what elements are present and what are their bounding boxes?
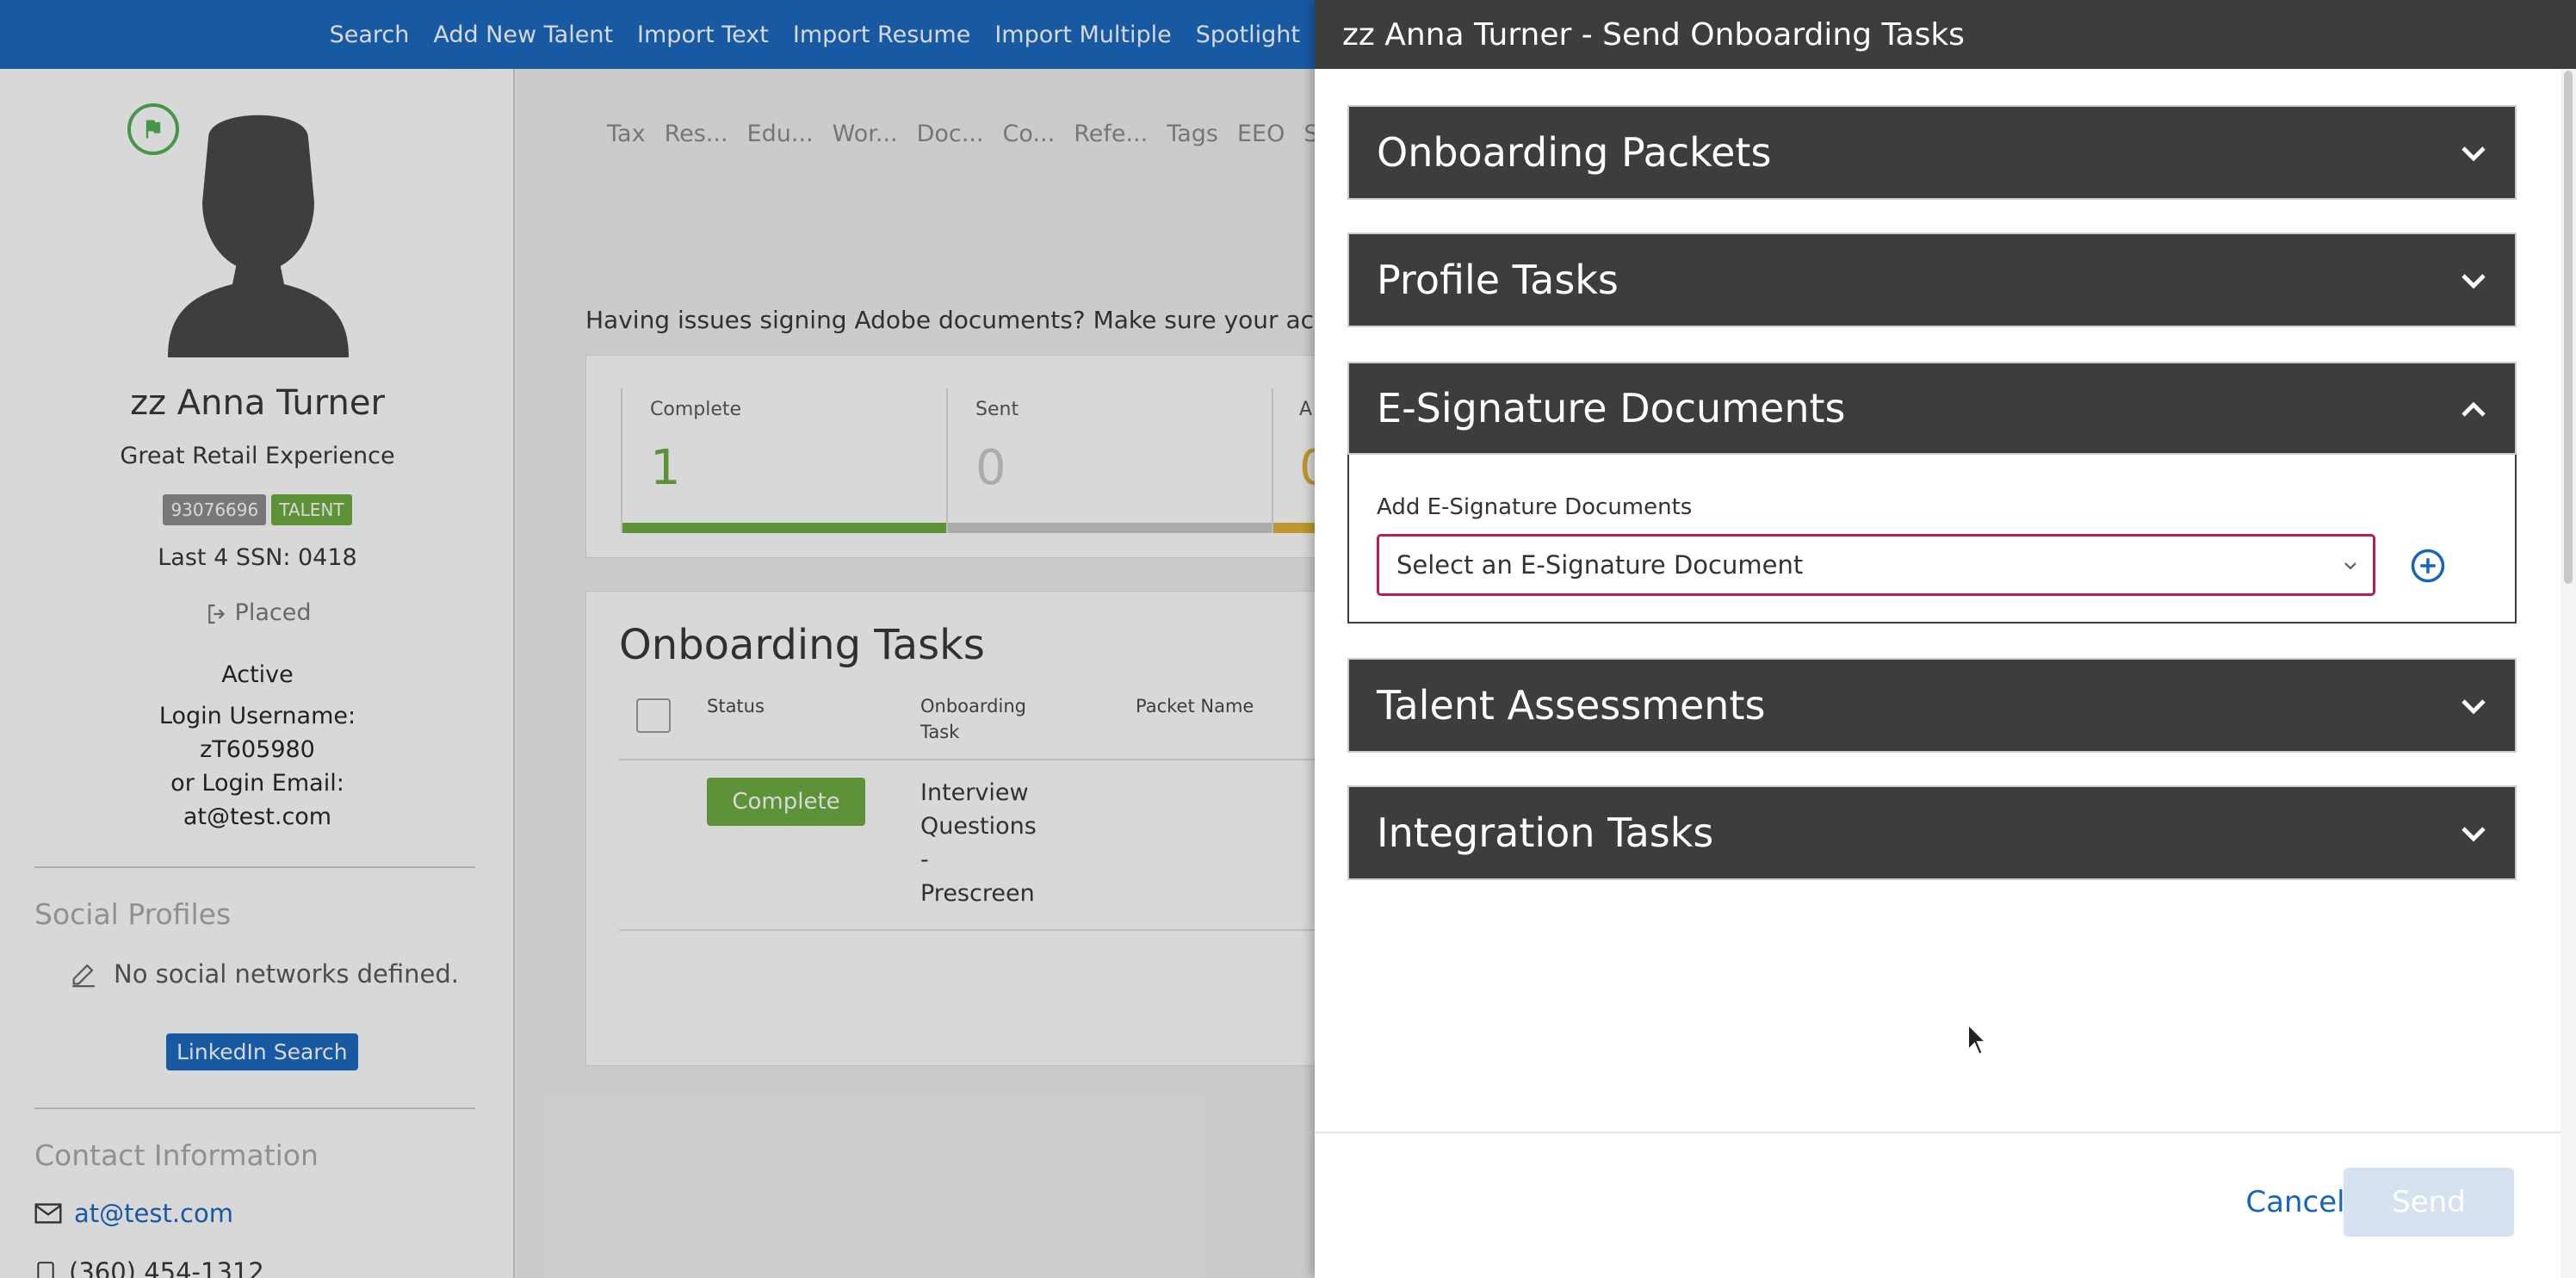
section-talent-assessments[interactable]: Talent Assessments bbox=[1347, 658, 2517, 753]
add-circle-icon[interactable] bbox=[2410, 548, 2446, 584]
send-onboarding-panel: zz Anna Turner - Send Onboarding Tasks O… bbox=[1315, 0, 2576, 1278]
panel-title: zz Anna Turner - Send Onboarding Tasks bbox=[1315, 0, 2576, 69]
section-onboarding-packets[interactable]: Onboarding Packets bbox=[1347, 105, 2517, 200]
esign-field-label: Add E-Signature Documents bbox=[1377, 494, 1693, 520]
chevron-down-icon bbox=[2461, 274, 2486, 289]
chevron-up-icon bbox=[2461, 401, 2486, 417]
footer-divider bbox=[1315, 1132, 2561, 1133]
section-integration-tasks[interactable]: Integration Tasks bbox=[1347, 785, 2517, 880]
chevron-down-icon bbox=[2461, 699, 2486, 715]
section-title: Profile Tasks bbox=[1377, 257, 1619, 303]
modal-backdrop[interactable] bbox=[0, 0, 1317, 1278]
select-placeholder: Select an E-Signature Document bbox=[1396, 550, 1804, 580]
section-title: Onboarding Packets bbox=[1377, 129, 1772, 176]
chevron-down-icon bbox=[2461, 827, 2486, 842]
esignature-body: Add E-Signature Documents Select an E-Si… bbox=[1347, 455, 2517, 623]
chevron-down-icon bbox=[2344, 562, 2356, 570]
section-esignature-documents[interactable]: E-Signature Documents bbox=[1347, 362, 2517, 455]
mouse-cursor-icon bbox=[1967, 1023, 1988, 1056]
esign-document-select[interactable]: Select an E-Signature Document bbox=[1377, 534, 2375, 596]
scrollbar-thumb[interactable] bbox=[2564, 71, 2573, 584]
send-button[interactable]: Send bbox=[2344, 1168, 2514, 1237]
section-title: E-Signature Documents bbox=[1377, 385, 1846, 431]
section-profile-tasks[interactable]: Profile Tasks bbox=[1347, 233, 2517, 327]
section-title: Talent Assessments bbox=[1377, 682, 1766, 729]
chevron-down-icon bbox=[2461, 146, 2486, 162]
section-title: Integration Tasks bbox=[1377, 810, 1714, 856]
